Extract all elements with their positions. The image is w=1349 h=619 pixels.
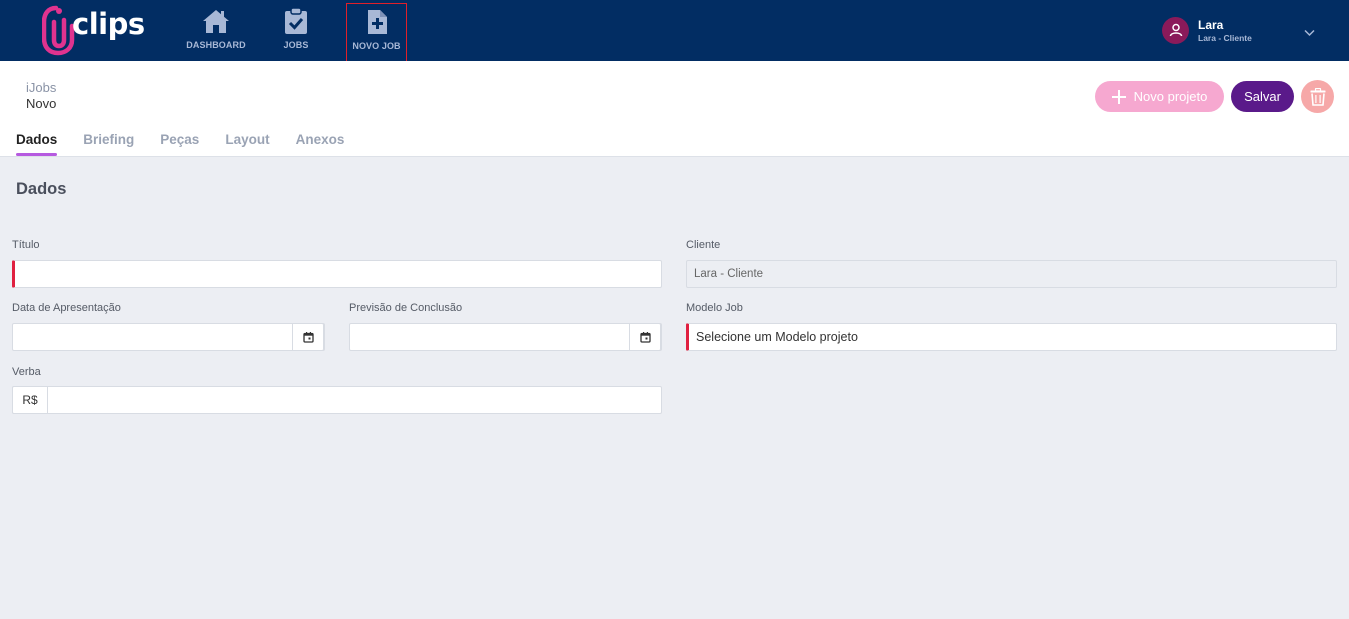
tab-bar: Dados Briefing Peças Layout Anexos	[16, 132, 370, 156]
tab-anexos[interactable]: Anexos	[296, 132, 345, 155]
previsao-conclusao-input[interactable]	[349, 323, 662, 351]
data-apresentacao-input[interactable]	[12, 323, 325, 351]
user-menu[interactable]: Lara Lara - Cliente	[1162, 14, 1252, 46]
calendar-icon[interactable]	[629, 323, 661, 351]
user-name: Lara	[1198, 17, 1224, 32]
titulo-input[interactable]	[12, 260, 662, 288]
file-plus-icon	[362, 7, 392, 37]
cliente-label: Cliente	[686, 239, 721, 251]
page-header: iJobs Novo Novo projeto Salvar Dados Bri…	[0, 61, 1349, 157]
tab-pecas[interactable]: Peças	[160, 132, 199, 155]
trash-icon	[1310, 87, 1325, 106]
breadcrumb-parent[interactable]: iJobs	[26, 80, 56, 95]
tab-layout[interactable]: Layout	[225, 132, 269, 155]
clipboard-check-icon	[281, 6, 311, 36]
verba-input[interactable]: R$	[12, 386, 662, 414]
home-icon	[201, 6, 231, 36]
user-role: Lara - Cliente	[1198, 32, 1252, 43]
nav-dashboard-label: DASHBOARD	[186, 40, 246, 50]
titulo-label: Título	[12, 239, 40, 251]
data-apresentacao-label: Data de Apresentação	[12, 302, 121, 314]
cliente-field: Lara - Cliente	[686, 260, 1337, 288]
nav-jobs[interactable]: JOBS	[281, 6, 311, 56]
section-title: Dados	[16, 180, 67, 198]
delete-button[interactable]	[1301, 80, 1334, 113]
novo-projeto-label: Novo projeto	[1133, 89, 1208, 104]
modelo-job-select[interactable]: Selecione um Modelo projeto	[686, 323, 1337, 351]
top-navbar: clips DASHBOARD JOBS NOVO JOB Lara Lara …	[0, 0, 1349, 66]
verba-label: Verba	[12, 366, 41, 378]
nav-novo-job-label: NOVO JOB	[352, 41, 401, 51]
modelo-job-label: Modelo Job	[686, 302, 743, 314]
breadcrumb-current: Novo	[26, 96, 57, 111]
tab-dados[interactable]: Dados	[16, 132, 58, 156]
novo-projeto-button[interactable]: Novo projeto	[1095, 81, 1224, 112]
salvar-button[interactable]: Salvar	[1231, 81, 1294, 112]
nav-dashboard[interactable]: DASHBOARD	[186, 6, 246, 56]
chevron-down-icon[interactable]	[1304, 24, 1315, 42]
salvar-label: Salvar	[1244, 89, 1281, 104]
calendar-icon[interactable]	[292, 323, 324, 351]
tab-briefing[interactable]: Briefing	[83, 132, 134, 155]
plus-icon	[1111, 89, 1126, 104]
logo-text: clips	[72, 7, 145, 41]
currency-prefix: R$	[12, 386, 48, 414]
nav-jobs-label: JOBS	[283, 40, 309, 50]
nav-novo-job[interactable]: NOVO JOB	[346, 3, 407, 66]
app-logo[interactable]: clips	[42, 2, 145, 56]
user-icon	[1162, 16, 1189, 44]
previsao-conclusao-label: Previsão de Conclusão	[349, 302, 463, 314]
